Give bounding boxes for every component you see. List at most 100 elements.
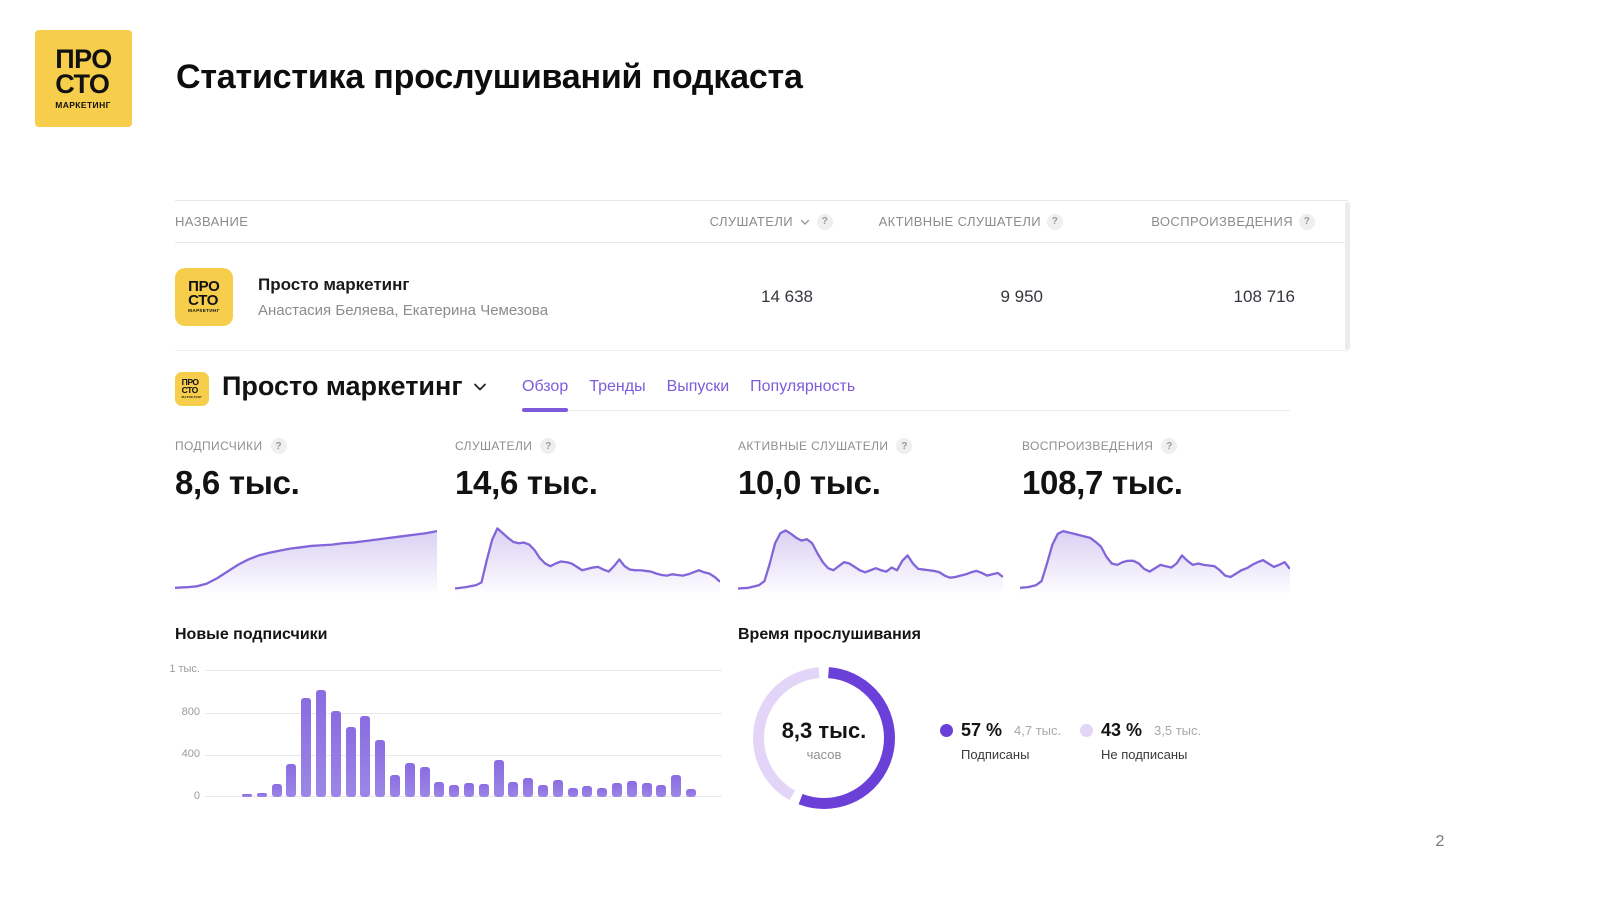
brand-logo: ПРО СТО МАРКЕТИНГ [35, 30, 132, 127]
bar [330, 710, 341, 797]
sparkline-active-listeners [738, 518, 1003, 593]
help-icon[interactable]: ? [817, 213, 833, 230]
brand-logo-text: СТО [55, 69, 110, 99]
tab-trends[interactable]: Тренды [589, 378, 645, 396]
bar [656, 785, 667, 797]
bar [537, 785, 548, 797]
legend-dot [940, 724, 953, 737]
legend-amount: 3,5 тыс. [1154, 723, 1202, 738]
bar [419, 767, 430, 797]
page-title: Статистика прослушиваний подкаста [176, 58, 803, 96]
podcast-selector-title: Просто маркетинг [222, 371, 463, 401]
podcast-cell: ПРО СТО МАРКЕТИНГ Просто маркетинг Анаст… [175, 267, 658, 326]
column-header-listeners[interactable]: СЛУШАТЕЛИ ? [658, 213, 833, 230]
chevron-down-icon [800, 219, 810, 225]
tab-popularity[interactable]: Популярность [750, 378, 855, 396]
column-header-label: СЛУШАТЕЛИ [709, 214, 793, 229]
brand-logo-text: СТО [188, 291, 219, 309]
bar [360, 716, 371, 797]
bar [286, 764, 297, 797]
podcast-info: Просто маркетинг Анастасия Беляева, Екат… [258, 275, 548, 319]
bar [478, 784, 489, 797]
bar [641, 783, 652, 797]
legend-subscribed: 57 % 4,7 тыс. Подписаны [940, 720, 1061, 762]
table-row[interactable]: ПРО СТО МАРКЕТИНГ Просто маркетинг Анаст… [175, 243, 1348, 351]
stat-value: 10,0 тыс. [738, 464, 881, 501]
help-icon[interactable]: ? [270, 438, 287, 454]
help-icon[interactable]: ? [896, 438, 913, 454]
bar [523, 778, 534, 797]
stat-card-active-listeners: АКТИВНЫЕ СЛУШАТЕЛИ ? 10,0 тыс. [738, 438, 913, 502]
help-icon[interactable]: ? [1161, 438, 1178, 454]
column-header-label: ВОСПРОИЗВЕДЕНИЯ [1151, 214, 1293, 229]
bar [508, 782, 519, 797]
legend-amount: 4,7 тыс. [1014, 723, 1062, 738]
podcast-authors: Анастасия Беляева, Екатерина Чемезова [258, 301, 549, 319]
stat-label: ПОДПИСЧИКИ [175, 439, 263, 453]
brand-logo-subtext: МАРКЕТИНГ [188, 308, 220, 314]
podcast-selector[interactable]: Просто маркетинг [222, 371, 489, 402]
stat-card-plays: ВОСПРОИЗВЕДЕНИЯ ? 108,7 тыс. [1022, 438, 1183, 502]
stat-label: СЛУШАТЕЛИ [455, 439, 533, 453]
tab-episodes[interactable]: Выпуски [667, 378, 730, 396]
sparkline-subscribers [175, 518, 437, 593]
tab-overview[interactable]: Обзор [522, 378, 569, 412]
slide: ПРО СТО МАРКЕТИНГ Статистика прослушиван… [0, 0, 1600, 900]
chevron-down-icon [473, 383, 486, 390]
listeners-value: 14 638 [761, 286, 813, 306]
stat-value: 14,6 тыс. [455, 464, 598, 501]
help-icon[interactable]: ? [540, 438, 557, 454]
tab-bar: Обзор Тренды Выпуски Популярность [522, 378, 1290, 412]
legend-percent: 57 % [961, 720, 1003, 740]
bar [449, 785, 460, 797]
column-header-name: НАЗВАНИЕ [175, 214, 249, 229]
legend-dot [1080, 724, 1093, 737]
brand-logo-text: СТО [181, 384, 199, 395]
stat-label: ВОСПРОИЗВЕДЕНИЯ [1022, 439, 1154, 453]
bar [345, 726, 356, 797]
donut-center-value: 8,3 тыс. [781, 718, 867, 743]
table-header: НАЗВАНИЕ СЛУШАТЕЛИ ? АКТИВНЫЕ СЛУШАТЕЛИ … [175, 200, 1348, 243]
y-tick: 1 тыс. [169, 663, 200, 675]
plays-value: 108 716 [1233, 286, 1295, 306]
help-icon[interactable]: ? [1047, 213, 1063, 230]
legend-unsubscribed: 43 % 3,5 тыс. Не подписаны [1080, 720, 1201, 762]
stat-label: АКТИВНЫЕ СЛУШАТЕЛИ [738, 439, 889, 453]
column-header-active-listeners: АКТИВНЫЕ СЛУШАТЕЛИ ? [833, 213, 1063, 230]
y-tick: 0 [193, 790, 200, 802]
bar-chart-title: Новые подписчики [175, 626, 328, 643]
donut-chart-title: Время прослушивания [738, 626, 921, 643]
brand-logo-subtext: МАРКЕТИНГ [55, 99, 111, 110]
active-listeners-value: 9 950 [1000, 286, 1043, 306]
column-header-plays: ВОСПРОИЗВЕДЕНИЯ ? [1063, 213, 1315, 230]
bar [493, 759, 504, 797]
podcast-table: НАЗВАНИЕ СЛУШАТЕЛИ ? АКТИВНЫЕ СЛУШАТЕЛИ … [175, 200, 1350, 351]
bar [271, 784, 282, 797]
podcast-selector-cover: ПРО СТО МАРКЕТИНГ [175, 372, 209, 406]
bar [315, 689, 326, 797]
stat-value: 8,6 тыс. [175, 464, 300, 501]
stat-value: 108,7 тыс. [1022, 464, 1183, 501]
podcast-title: Просто маркетинг [258, 274, 410, 294]
sparkline-plays [1020, 518, 1290, 593]
sparkline-listeners [455, 518, 720, 593]
column-header-label: АКТИВНЫЕ СЛУШАТЕЛИ [878, 214, 1041, 229]
bar [552, 780, 563, 797]
table-scrollbar[interactable] [1345, 202, 1350, 350]
stat-card-subscribers: ПОДПИСЧИКИ ? 8,6 тыс. [175, 438, 300, 502]
bar [256, 793, 267, 797]
bar [597, 788, 608, 797]
bar [434, 782, 445, 797]
bar [582, 785, 593, 797]
page-number: 2 [1435, 833, 1445, 850]
bar [671, 774, 682, 797]
help-icon[interactable]: ? [1299, 213, 1315, 230]
bar [404, 763, 415, 797]
donut-center: 8,3 тыс. часов [744, 718, 904, 762]
bars [242, 670, 722, 797]
bar [242, 794, 252, 797]
bar [301, 698, 312, 797]
stat-card-listeners: СЛУШАТЕЛИ ? 14,6 тыс. [455, 438, 598, 502]
legend-label: Не подписаны [1101, 747, 1188, 762]
bar [626, 781, 637, 797]
